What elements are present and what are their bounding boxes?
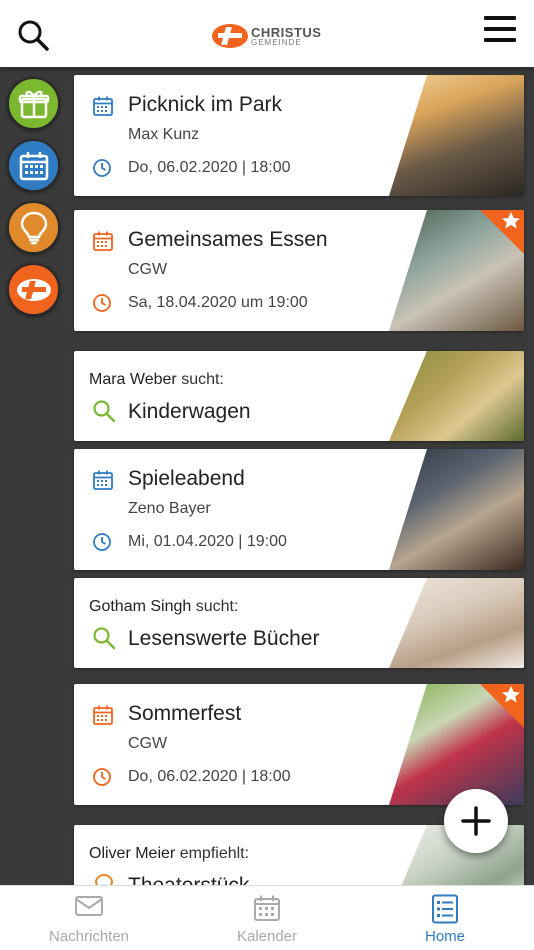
calendar-category-button[interactable]	[7, 139, 60, 192]
app-logo[interactable]: CHRISTUS GEMEINDE	[211, 22, 326, 50]
tab-label: Home	[424, 928, 465, 945]
calendar-icon	[19, 151, 48, 180]
request-verb: sucht:	[181, 371, 224, 388]
event-datetime: Mi, 01.04.2020 | 19:00	[128, 533, 287, 550]
author-name: Mara Weber	[89, 371, 177, 388]
category-sidebar	[0, 67, 67, 885]
add-button[interactable]	[444, 789, 508, 853]
request-author-line: Gotham Singh sucht:	[89, 598, 238, 616]
top-bar: CHRISTUS GEMEINDE	[0, 0, 534, 67]
calendar-icon	[254, 895, 280, 921]
event-image	[389, 449, 524, 570]
clock-icon	[93, 533, 111, 551]
gift-category-button[interactable]	[7, 77, 60, 130]
event-host: Max Kunz	[128, 126, 200, 143]
event-card[interactable]: Sommerfest CGW Do, 06.02.2020 | 18:00	[74, 684, 524, 805]
recommend-title: Theaterstück	[128, 874, 249, 885]
lightbulb-icon	[94, 873, 114, 885]
calendar-icon	[93, 231, 113, 251]
gift-icon	[18, 90, 49, 118]
featured-star-icon	[480, 210, 524, 254]
event-card[interactable]: Gemeinsames Essen CGW Sa, 18.04.2020 um …	[74, 210, 524, 331]
search-icon[interactable]	[16, 18, 50, 52]
search-icon	[93, 400, 116, 423]
plus-icon	[461, 806, 491, 836]
hamburger-menu-icon[interactable]	[484, 16, 516, 44]
event-title: Sommerfest	[128, 702, 242, 725]
calendar-icon	[93, 470, 113, 490]
tab-label: Nachrichten	[48, 928, 130, 945]
calendar-icon	[93, 96, 113, 116]
event-title: Gemeinsames Essen	[128, 228, 328, 251]
clock-icon	[93, 294, 111, 312]
idea-category-button[interactable]	[7, 201, 60, 254]
feed-list: Picknick im Park Max Kunz Do, 06.02.2020…	[67, 67, 534, 885]
request-title: Lesenswerte Bücher	[128, 627, 320, 650]
tab-label: Kalender	[236, 928, 298, 945]
request-card[interactable]: Gotham Singh sucht: Lesenswerte Bücher	[74, 578, 524, 668]
tab-home[interactable]: Home	[356, 886, 534, 950]
request-author-line: Mara Weber sucht:	[89, 371, 224, 389]
christus-logo-icon	[16, 278, 51, 301]
event-datetime: Sa, 18.04.2020 um 19:00	[128, 294, 308, 311]
event-card[interactable]: Picknick im Park Max Kunz Do, 06.02.2020…	[74, 75, 524, 196]
tab-kalender[interactable]: Kalender	[178, 886, 356, 950]
recommend-author-line: Oliver Meier empfiehlt:	[89, 845, 249, 863]
request-image	[389, 351, 524, 441]
event-image	[389, 75, 524, 196]
event-host: CGW	[128, 261, 168, 278]
christus-category-button[interactable]	[7, 263, 60, 316]
author-name: Oliver Meier	[89, 845, 176, 862]
clock-icon	[93, 159, 111, 177]
calendar-icon	[93, 705, 113, 725]
request-image	[389, 578, 524, 668]
bottom-navigation: Nachrichten Kalender Home	[0, 885, 534, 950]
christus-logo-icon	[212, 24, 248, 48]
search-icon	[93, 627, 116, 650]
tab-nachrichten[interactable]: Nachrichten	[0, 886, 178, 950]
event-datetime: Do, 06.02.2020 | 18:00	[128, 768, 291, 785]
event-host: CGW	[128, 735, 168, 752]
event-datetime: Do, 06.02.2020 | 18:00	[128, 159, 291, 176]
logo-subtext: GEMEINDE	[251, 38, 302, 47]
request-verb: sucht:	[195, 598, 239, 615]
lightbulb-icon	[20, 211, 47, 244]
event-card[interactable]: Spieleabend Zeno Bayer Mi, 01.04.2020 | …	[74, 449, 524, 570]
event-host: Zeno Bayer	[128, 500, 211, 517]
featured-star-icon	[480, 684, 524, 728]
mail-icon	[75, 896, 103, 916]
list-icon	[432, 894, 458, 924]
recommend-verb: empfiehlt:	[179, 845, 250, 862]
request-title: Kinderwagen	[128, 400, 251, 423]
request-card[interactable]: Mara Weber sucht: Kinderwagen	[74, 351, 524, 441]
event-title: Picknick im Park	[128, 93, 283, 116]
clock-icon	[93, 768, 111, 786]
author-name: Gotham Singh	[89, 598, 192, 615]
event-title: Spieleabend	[128, 467, 245, 490]
